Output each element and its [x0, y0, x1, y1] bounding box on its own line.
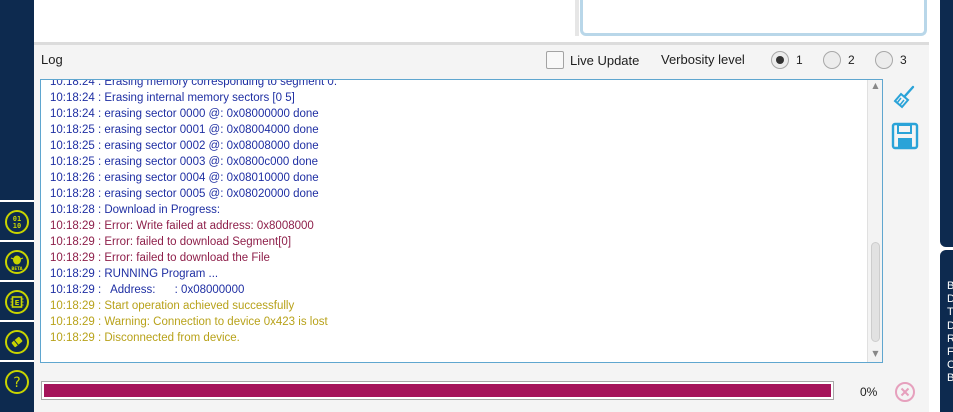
- log-line: 10:18:24 : erasing sector 0000 @: 0x0800…: [50, 108, 319, 120]
- binary-icon[interactable]: 01 10: [4, 209, 30, 235]
- sidebar-separator: [0, 240, 34, 242]
- verbosity-radio-2[interactable]: 2: [823, 50, 855, 70]
- chip-icon[interactable]: E: [4, 289, 30, 315]
- log-line: 10:18:28 : erasing sector 0005 @: 0x0802…: [50, 188, 319, 200]
- clear-log-broom-icon[interactable]: [891, 83, 919, 111]
- sidebar-separator: [0, 320, 34, 322]
- cancel-icon[interactable]: [894, 381, 916, 403]
- right-panel-letter: B: [947, 372, 953, 385]
- help-icon[interactable]: ?: [4, 369, 30, 395]
- log-line: 10:18:29 : Warning: Connection to device…: [50, 316, 328, 328]
- log-line: 10:18:24 : Erasing internal memory secto…: [50, 92, 295, 104]
- sidebar-separator: [0, 200, 34, 202]
- log-panel: Log Live Update Verbosity level 1 2 3 10…: [34, 45, 929, 412]
- svg-text:10: 10: [13, 222, 21, 230]
- progress-bar: [41, 381, 834, 400]
- log-line: 10:18:25 : erasing sector 0002 @: 0x0800…: [50, 140, 319, 152]
- verbosity-option-label: 3: [900, 53, 907, 67]
- eraser-icon[interactable]: [4, 329, 30, 355]
- log-line: 10:18:29 : Error: Write failed at addres…: [50, 220, 314, 232]
- progress-fill: [44, 384, 831, 397]
- log-line: 10:18:29 : Disconnected from device.: [50, 332, 240, 344]
- log-line: 10:18:26 : erasing sector 0004 @: 0x0801…: [50, 172, 319, 184]
- radio-button[interactable]: [823, 51, 841, 69]
- right-panel-letter: R: [947, 332, 953, 345]
- log-line: 10:18:29 : Address: : 0x08000000: [50, 284, 245, 296]
- scroll-down-icon[interactable]: ▼: [871, 350, 880, 358]
- right-panel-letter: D: [947, 293, 953, 306]
- scrollbar-thumb[interactable]: [871, 242, 880, 342]
- pane-divider[interactable]: [575, 0, 579, 36]
- log-line: 10:18:25 : erasing sector 0003 @: 0x0800…: [50, 156, 319, 168]
- log-line: 10:18:29 : RUNNING Program ...: [50, 268, 219, 280]
- top-right-panel: [580, 0, 927, 36]
- log-lines: 10:18:24 : Erasing memory corresponding …: [50, 79, 860, 346]
- log-line: 10:18:29 : Error: failed to download Seg…: [50, 236, 292, 248]
- sidebar-separator: [0, 360, 34, 362]
- svg-text:E: E: [15, 299, 20, 307]
- log-line: 10:18:29 : Start operation achieved succ…: [50, 300, 295, 312]
- log-output[interactable]: 10:18:24 : Erasing memory corresponding …: [40, 79, 883, 363]
- log-scrollbar[interactable]: ▲ ▼: [867, 80, 882, 362]
- progress-percent: 0%: [860, 385, 878, 399]
- right-panel-letter: T: [947, 306, 953, 319]
- log-title: Log: [41, 52, 63, 67]
- right-panel-letter: C: [947, 359, 953, 372]
- log-line: 10:18:25 : erasing sector 0001 @: 0x0800…: [50, 124, 319, 136]
- live-update-checkbox[interactable]: [546, 51, 564, 69]
- right-panel-letter: F: [947, 346, 953, 359]
- log-line: 10:18:28 : Download in Progress:: [50, 204, 221, 216]
- right-panel-letters: BDTDRFCB: [947, 280, 953, 386]
- log-line: 10:18:29 : Error: failed to download the…: [50, 252, 270, 264]
- beta-label: BETA: [11, 266, 23, 271]
- verbosity-option-label: 2: [848, 53, 855, 67]
- radio-button-selected[interactable]: [771, 51, 789, 69]
- live-update-label: Live Update: [570, 52, 640, 68]
- verbosity-option-label: 1: [796, 53, 803, 67]
- verbosity-radio-3[interactable]: 3: [875, 50, 907, 70]
- right-panel-letter: B: [947, 280, 953, 292]
- verbosity-radio-1[interactable]: 1: [771, 50, 803, 70]
- scroll-up-icon[interactable]: ▲: [871, 82, 880, 90]
- live-update-toggle[interactable]: Live Update: [546, 50, 639, 70]
- beta-bug-icon[interactable]: BETA: [4, 249, 30, 275]
- log-line: 10:18:24 : Erasing memory corresponding …: [50, 79, 338, 88]
- top-pane: [34, 0, 929, 42]
- sidebar-separator: [0, 280, 34, 282]
- save-log-icon[interactable]: [891, 122, 919, 150]
- verbosity-label: Verbosity level: [661, 52, 745, 67]
- radio-button[interactable]: [875, 51, 893, 69]
- right-panel-letter: D: [947, 319, 953, 332]
- right-panel-top: [940, 0, 953, 247]
- svg-text:?: ?: [13, 375, 20, 391]
- left-sidebar: 01 10 BETA E ?: [0, 0, 34, 412]
